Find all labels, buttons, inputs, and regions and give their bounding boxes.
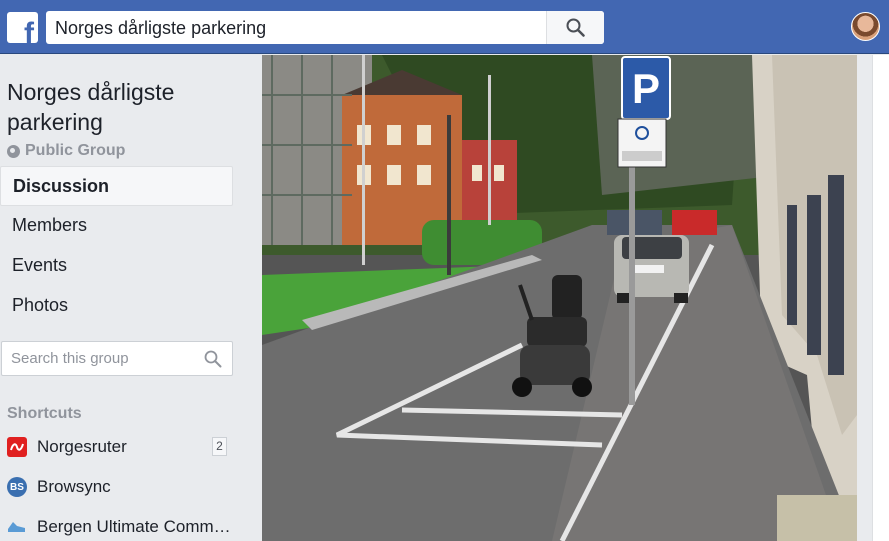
shortcuts-heading: Shortcuts	[7, 405, 82, 422]
right-panel-edge	[872, 55, 889, 541]
search-button[interactable]	[546, 11, 604, 44]
shortcut-norgesruter[interactable]: Norgesruter 2	[7, 434, 232, 460]
top-bar: f Norges dårligste parkering	[0, 0, 889, 54]
nav-item-members[interactable]: Members	[0, 206, 233, 246]
shortcut-label: Browsync	[37, 477, 111, 496]
nav-item-events[interactable]: Events	[0, 246, 233, 286]
global-search[interactable]: Norges dårligste parkering	[46, 11, 604, 44]
group-privacy: Public Group	[7, 142, 125, 160]
group-title[interactable]: Norges dårligste parkering	[7, 77, 237, 137]
nav-item-discussion[interactable]: Discussion	[0, 166, 233, 206]
nav-item-photos[interactable]: Photos	[0, 286, 233, 326]
parking-sign-letter: P	[632, 65, 660, 112]
shortcut-label: Norgesruter	[37, 437, 127, 456]
search-input[interactable]: Norges dårligste parkering	[55, 18, 266, 39]
group-nav: Discussion Members Events Photos	[0, 166, 233, 326]
group-search-placeholder: Search this group	[11, 350, 129, 367]
avatar[interactable]	[851, 12, 880, 41]
facebook-logo-icon[interactable]: f	[7, 12, 38, 43]
norgesruter-icon	[7, 437, 27, 457]
search-icon	[566, 18, 585, 37]
globe-icon	[7, 144, 20, 158]
post-photo[interactable]: P	[262, 55, 857, 541]
shoe-icon	[7, 517, 27, 537]
search-icon[interactable]	[204, 350, 222, 368]
group-search-input[interactable]: Search this group	[1, 341, 233, 376]
shortcut-label: Bergen Ultimate Comm…	[37, 517, 231, 536]
group-privacy-label: Public Group	[25, 142, 126, 159]
shortcut-browsync[interactable]: BS Browsync	[7, 474, 232, 500]
shortcut-bergen-ultimate[interactable]: Bergen Ultimate Comm…	[7, 514, 232, 540]
left-sidebar: Norges dårligste parkering Public Group …	[0, 55, 246, 541]
browsync-icon: BS	[7, 477, 27, 497]
notification-badge: 2	[212, 437, 227, 456]
street-photo: P	[262, 55, 857, 541]
